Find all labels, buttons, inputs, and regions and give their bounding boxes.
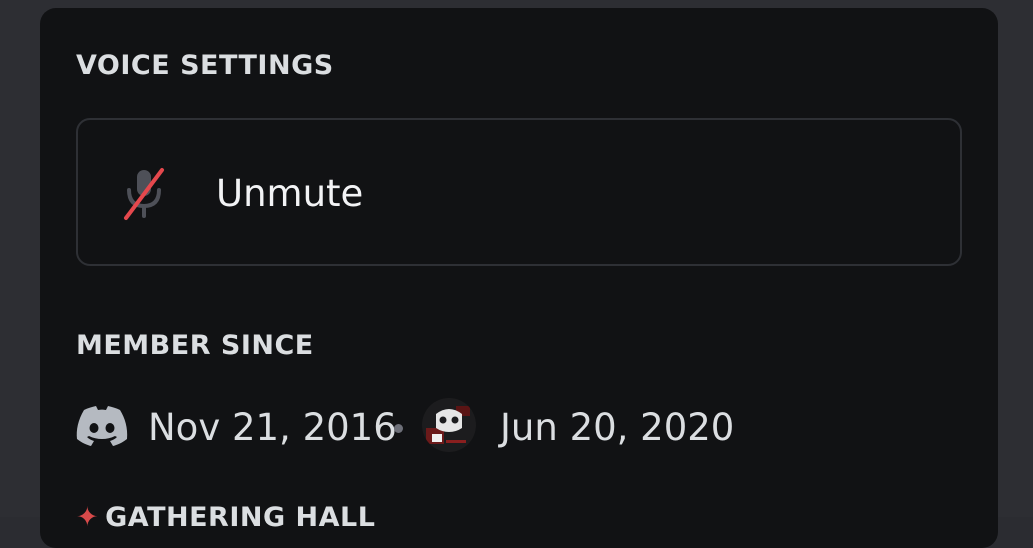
member-since-heading: MEMBER SINCE [76,330,314,361]
unmute-button[interactable]: Unmute [76,118,962,266]
profile-panel: VOICE SETTINGS Unmute MEMBER SINCE Nov 2… [40,8,998,548]
next-section-heading: ✦ GATHERING HALL [76,502,375,542]
discord-logo-icon [76,406,128,446]
voice-settings-heading: VOICE SETTINGS [76,50,334,81]
mic-muted-icon [118,166,170,222]
member-since-row: Nov 21, 2016 Jun 20, 2020 [76,396,956,456]
server-join-date: Jun 20, 2020 [500,406,735,449]
discord-join-date: Nov 21, 2016 [148,406,397,449]
server-avatar-icon [422,398,476,452]
sparkle-icon: ✦ [76,502,100,533]
separator-dot [394,424,403,433]
unmute-label: Unmute [216,172,364,215]
next-section-title: GATHERING HALL [105,502,376,533]
